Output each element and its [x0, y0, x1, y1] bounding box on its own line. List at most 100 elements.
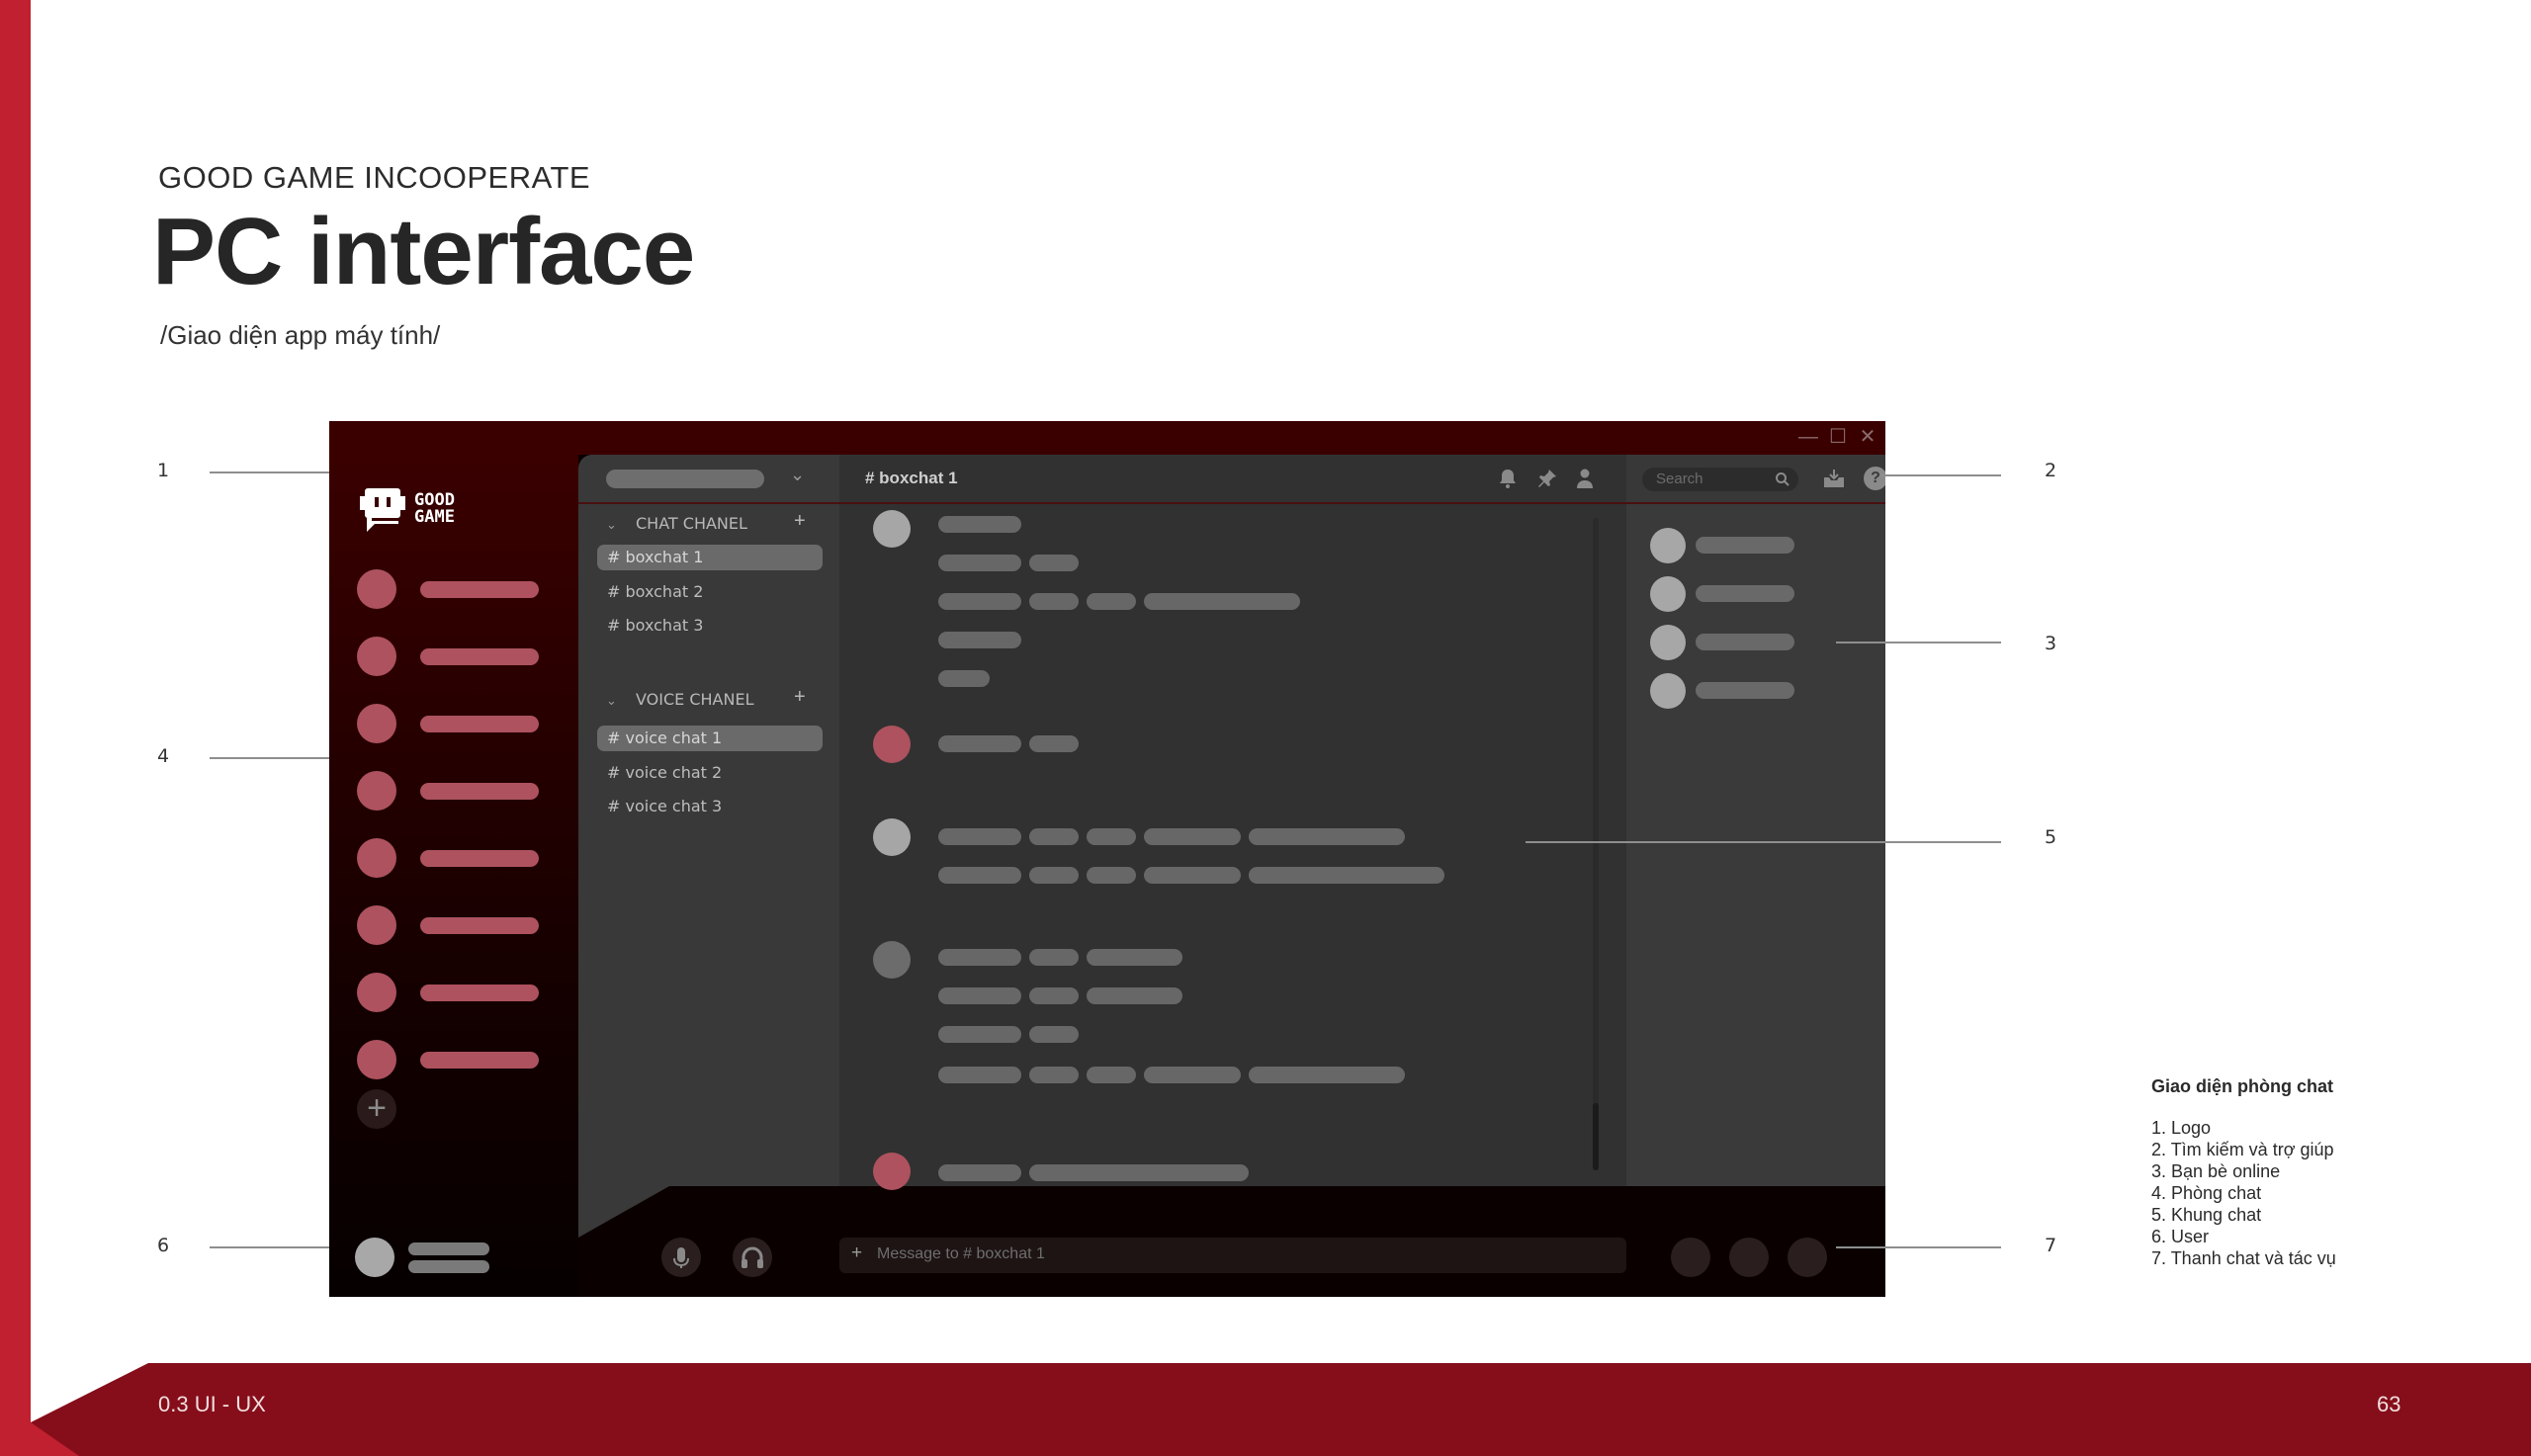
chat-bubble-logo-icon [360, 488, 405, 532]
message-placeholder [938, 593, 1021, 610]
search-icon[interactable] [1775, 471, 1790, 487]
legend-item: 1. Logo [2151, 1118, 2212, 1138]
message-avatar[interactable] [873, 818, 911, 856]
message-placeholder [1144, 1067, 1241, 1083]
channel-boxchat-3[interactable]: # boxchat 3 [597, 613, 823, 639]
user-name-placeholder [408, 1242, 489, 1255]
search-input[interactable]: Search [1642, 468, 1798, 491]
server-item[interactable] [357, 704, 545, 743]
action-button-2[interactable] [1729, 1238, 1769, 1277]
friend-avatar[interactable] [1650, 673, 1686, 709]
server-item[interactable] [357, 771, 545, 811]
server-item[interactable] [357, 905, 545, 945]
annotation-number-4: 4 [157, 745, 170, 767]
message-avatar[interactable] [873, 941, 911, 979]
message-placeholder [1087, 828, 1136, 845]
help-icon[interactable]: ? [1864, 467, 1885, 490]
message-placeholder [1144, 593, 1300, 610]
server-item[interactable] [357, 637, 545, 676]
headphones-button[interactable] [733, 1238, 772, 1277]
chat-channel-category[interactable]: ⌄ CHAT CHANEL [606, 514, 747, 533]
server-icon [357, 771, 396, 811]
add-voice-channel-button[interactable]: + [794, 686, 806, 709]
chevron-down-icon[interactable]: ⌄ [790, 465, 805, 485]
friend-avatar[interactable] [1650, 528, 1686, 563]
message-placeholder [1029, 735, 1079, 752]
annotation-line-5 [1526, 841, 2001, 843]
legend: Giao diện phòng chat 1. Logo 2. Tìm kiếm… [2151, 1075, 2336, 1269]
annotation-line-4 [210, 757, 348, 759]
minimize-button[interactable]: — [1795, 425, 1821, 449]
message-input[interactable]: + Message to # boxchat 1 [839, 1238, 1626, 1273]
server-name-placeholder [420, 985, 539, 1001]
server-name-placeholder [420, 850, 539, 867]
annotation-line-1 [210, 471, 348, 473]
server-item[interactable] [357, 1040, 545, 1079]
bell-icon[interactable] [1496, 467, 1520, 490]
slide-subtitle: /Giao diện app máy tính/ [160, 320, 441, 350]
friend-avatar[interactable] [1650, 625, 1686, 660]
channel-boxchat-1[interactable]: # boxchat 1 [597, 545, 823, 570]
server-name-placeholder [606, 470, 764, 488]
action-button-3[interactable] [1788, 1238, 1827, 1277]
channel-voice-chat-2[interactable]: # voice chat 2 [597, 760, 823, 786]
friend-name-placeholder [1696, 634, 1794, 650]
message-placeholder [1249, 867, 1444, 884]
annotation-number-3: 3 [2045, 633, 2057, 654]
message-avatar[interactable] [873, 1153, 911, 1190]
message-placeholder [1144, 867, 1241, 884]
annotation-number-2: 2 [2045, 460, 2057, 481]
channel-panel-wedge [578, 1186, 669, 1238]
server-name-placeholder [420, 1052, 539, 1069]
message-placeholder [938, 670, 990, 687]
add-chat-channel-button[interactable]: + [794, 510, 806, 533]
friend-avatar[interactable] [1650, 576, 1686, 612]
chat-scrollbar-track[interactable] [1593, 518, 1599, 1170]
good-game-logo[interactable]: GOOD GAME [359, 484, 468, 540]
legend-item: 3. Bạn bè online [2151, 1161, 2281, 1181]
server-sidebar: GOOD GAME + [329, 455, 578, 1297]
server-item[interactable] [357, 973, 545, 1012]
server-icon [357, 905, 396, 945]
action-button-1[interactable] [1671, 1238, 1710, 1277]
channel-panel: ⌄ ⌄ CHAT CHANEL + # boxchat 1 # boxchat 2… [578, 455, 839, 1186]
server-item[interactable] [357, 569, 545, 609]
headphones-icon [742, 1246, 763, 1268]
channel-voice-chat-1[interactable]: # voice chat 1 [597, 726, 823, 751]
message-avatar[interactable] [873, 510, 911, 548]
chat-scrollbar-thumb[interactable] [1593, 1103, 1599, 1170]
message-placeholder [1249, 828, 1405, 845]
microphone-button[interactable] [661, 1238, 701, 1277]
legend-item: 7. Thanh chat và tác vụ [2151, 1248, 2336, 1268]
message-placeholder [1144, 828, 1241, 845]
message-placeholder [938, 987, 1021, 1004]
message-placeholder [1087, 593, 1136, 610]
server-header[interactable]: ⌄ [578, 455, 839, 504]
voice-channel-category[interactable]: ⌄ VOICE CHANEL [606, 690, 753, 709]
user-avatar[interactable] [355, 1238, 394, 1277]
close-button[interactable]: ✕ [1855, 425, 1880, 449]
attach-plus-icon[interactable]: + [851, 1242, 862, 1264]
add-server-button[interactable]: + [357, 1089, 396, 1129]
chat-header: # boxchat 1 [839, 455, 1626, 504]
user-icon[interactable] [1573, 467, 1597, 490]
legend-item: 2. Tìm kiếm và trợ giúp [2151, 1140, 2334, 1159]
footer-band [31, 1363, 2531, 1456]
annotation-number-6: 6 [157, 1235, 170, 1256]
server-icon [357, 838, 396, 878]
slide-title: PC interface [152, 199, 695, 304]
inbox-download-icon[interactable] [1822, 468, 1846, 489]
message-placeholder [938, 555, 1021, 571]
message-placeholder [938, 632, 1021, 648]
message-avatar[interactable] [873, 726, 911, 763]
maximize-button[interactable]: ☐ [1825, 425, 1851, 449]
message-placeholder [938, 735, 1021, 752]
server-item[interactable] [357, 838, 545, 878]
channel-voice-chat-3[interactable]: # voice chat 3 [597, 794, 823, 819]
channel-boxchat-2[interactable]: # boxchat 2 [597, 579, 823, 605]
message-placeholder [1087, 987, 1182, 1004]
page-number: 63 [2377, 1392, 2401, 1416]
message-placeholder [1029, 949, 1079, 966]
pin-icon[interactable] [1535, 467, 1559, 490]
chat-area: # boxchat 1 [839, 455, 1626, 1190]
